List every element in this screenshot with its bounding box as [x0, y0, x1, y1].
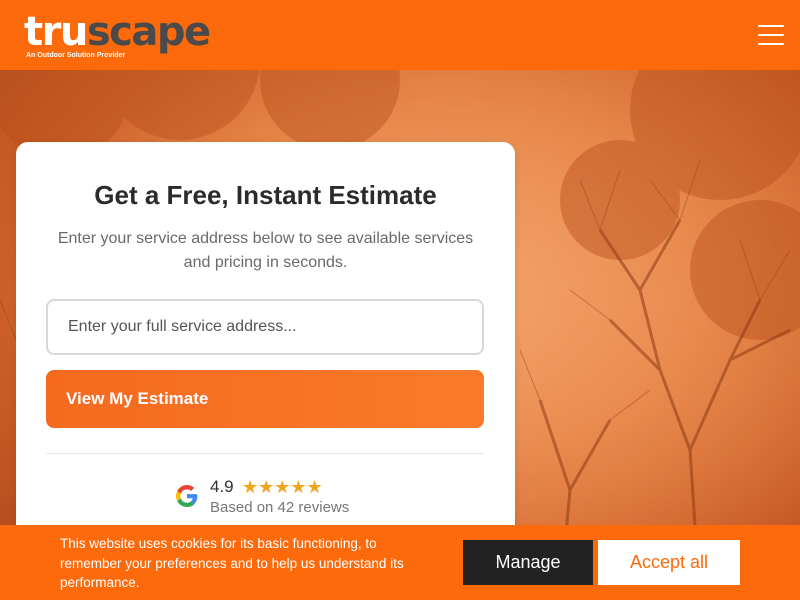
cookie-message: This website uses cookies for its basic …: [60, 536, 404, 590]
truscape-logo[interactable]: truscape An Outdoor Solution Provider: [24, 8, 211, 59]
manage-cookies-button[interactable]: Manage: [463, 540, 593, 585]
star-rating-icon: ★★★★★: [242, 477, 323, 497]
site-header: truscape An Outdoor Solution Provider: [0, 0, 800, 70]
view-estimate-button[interactable]: View My Estimate: [46, 370, 484, 428]
estimate-title: Get a Free, Instant Estimate: [94, 180, 437, 210]
logo-text-tru: tru: [24, 8, 88, 55]
address-input[interactable]: [46, 299, 484, 355]
rating-score: 4.9: [210, 477, 234, 496]
hamburger-menu-icon[interactable]: [758, 25, 784, 45]
estimate-card: Get a Free, Instant Estimate Enter your …: [16, 142, 515, 582]
logo-text-scape: scape: [86, 8, 211, 55]
cookie-banner: This website uses cookies for its basic …: [0, 525, 800, 600]
google-rating: 4.9 ★★★★★ Based on 42 reviews: [176, 475, 396, 519]
logo-wordmark: truscape: [24, 8, 211, 55]
hamburger-line: [758, 25, 784, 27]
estimate-subtitle: Enter your service address below to see …: [57, 230, 474, 271]
reviews-count: Based on 42 reviews: [210, 499, 350, 516]
card-divider: [46, 453, 484, 454]
logo-tagline: An Outdoor Solution Provider: [26, 51, 126, 59]
hamburger-line: [758, 43, 784, 45]
accept-all-cookies-button[interactable]: Accept all: [598, 540, 740, 585]
google-icon: [176, 485, 198, 507]
hamburger-line: [758, 34, 784, 36]
